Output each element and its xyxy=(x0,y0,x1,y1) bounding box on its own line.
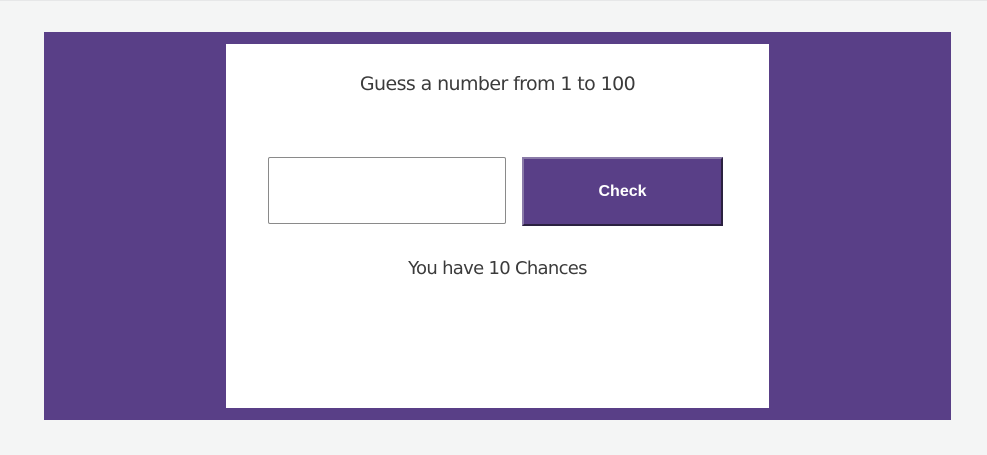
page-title: Guess a number from 1 to 100 xyxy=(359,73,636,95)
guess-input[interactable] xyxy=(268,157,506,224)
chances-remaining-text: You have 10 Chances xyxy=(408,258,587,279)
game-stage: Guess a number from 1 to 100 Check You h… xyxy=(44,32,951,420)
game-card: Guess a number from 1 to 100 Check You h… xyxy=(226,44,769,408)
top-divider xyxy=(0,0,987,1)
check-button[interactable]: Check xyxy=(522,157,723,226)
